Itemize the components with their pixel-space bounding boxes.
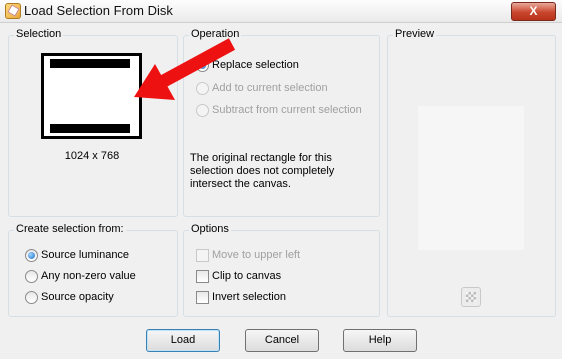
preview-group-label: Preview bbox=[393, 28, 437, 40]
load-button[interactable]: Load bbox=[146, 329, 220, 352]
preview-canvas bbox=[418, 106, 524, 250]
operation-group-label: Operation bbox=[189, 28, 242, 40]
selection-thumbnail bbox=[42, 54, 141, 138]
cancel-button[interactable]: Cancel bbox=[245, 329, 319, 352]
window-title: Load Selection From Disk bbox=[24, 3, 173, 18]
title-bar: Load Selection From Disk X bbox=[0, 0, 562, 23]
options-group-label: Options bbox=[189, 223, 231, 235]
app-icon bbox=[5, 3, 21, 19]
create-from-group-label: Create selection from: bbox=[14, 223, 126, 235]
selection-group-label: Selection bbox=[14, 28, 64, 40]
help-button[interactable]: Help bbox=[343, 329, 417, 352]
close-button[interactable]: X bbox=[511, 2, 556, 21]
selection-dimensions: 1024 x 768 bbox=[64, 150, 120, 162]
intersect-warning: The original rectangle for this selectio… bbox=[190, 152, 335, 190]
transparency-checker-icon[interactable] bbox=[461, 287, 481, 307]
